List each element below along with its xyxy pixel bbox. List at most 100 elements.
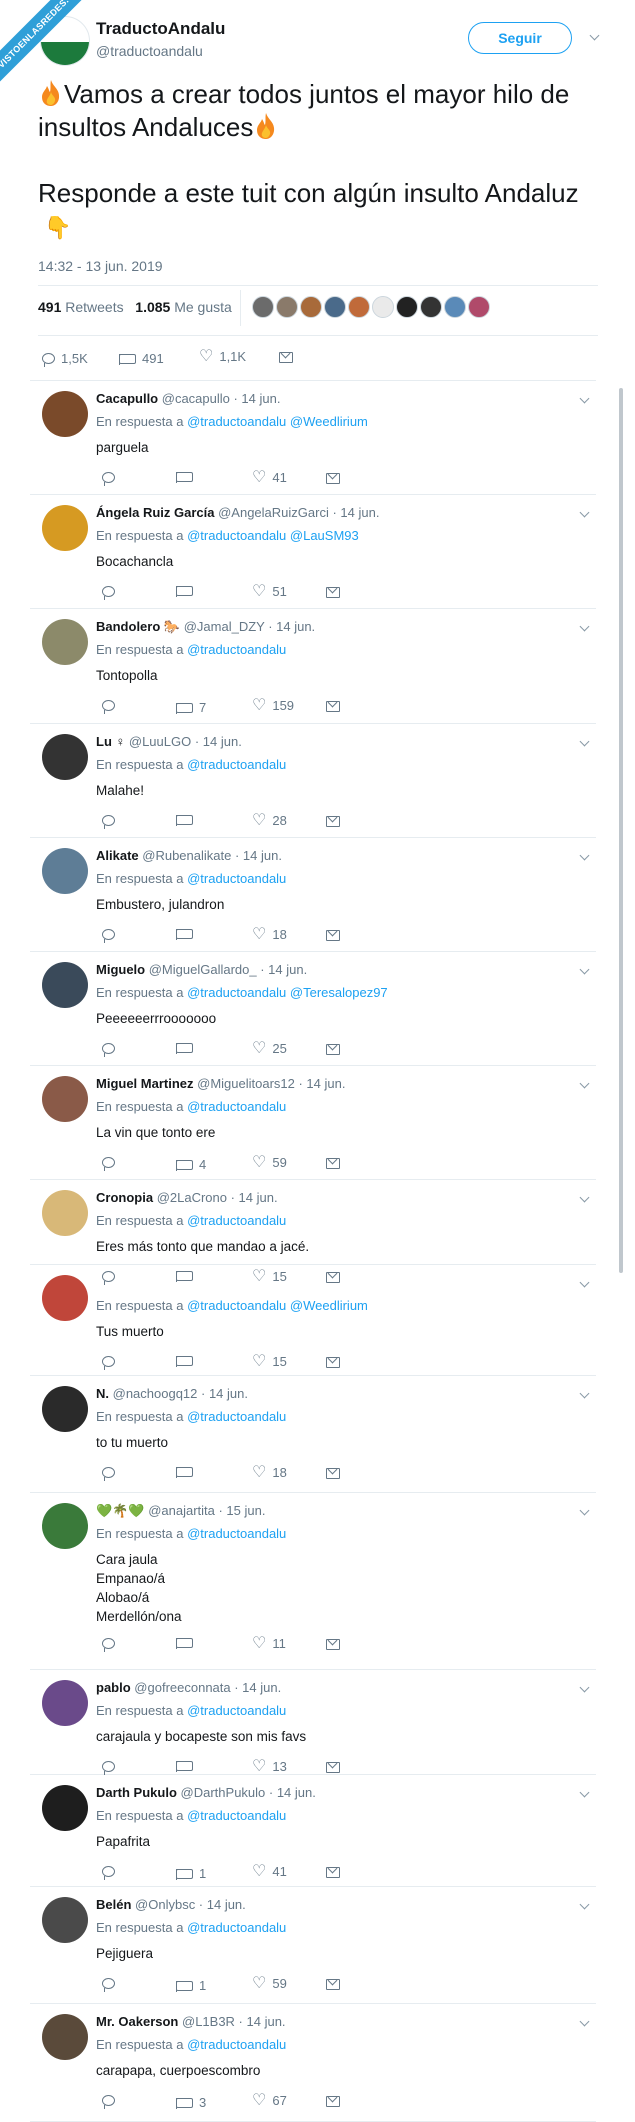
retweets-count[interactable]: 491 <box>38 299 61 315</box>
message-action[interactable] <box>326 2096 346 2107</box>
reply-action[interactable] <box>102 1761 121 1775</box>
reply-action[interactable] <box>102 1467 121 1481</box>
message-action[interactable] <box>326 1867 346 1878</box>
reply-author-name[interactable]: Bandolero 🐎 <box>96 619 180 634</box>
reply-author-name[interactable]: Cronopia <box>96 1190 153 1205</box>
chevron-down-icon[interactable] <box>579 1388 590 1399</box>
retweet-action[interactable]: 4 <box>176 1157 206 1172</box>
reply-author-handle[interactable]: @2LaCrono · 14 jun. <box>157 1190 278 1205</box>
reply-author-handle[interactable]: @LuuLGO · 14 jun. <box>129 734 242 749</box>
message-action[interactable] <box>326 1979 346 1990</box>
reply-tweet[interactable]: Lu ♀ @LuuLGO · 14 jun. En respuesta a @t… <box>30 724 596 838</box>
avatar[interactable] <box>42 619 88 665</box>
reply-tweet[interactable]: Cronopia @2LaCrono · 14 jun. En respuest… <box>30 1180 596 1285</box>
reply-author-handle[interactable]: @AngelaRuizGarci · 14 jun. <box>218 505 379 520</box>
reply-mentions[interactable]: @traductoandalu <box>187 642 286 657</box>
chevron-down-icon[interactable] <box>579 1682 590 1693</box>
avatar[interactable] <box>42 1275 88 1321</box>
message-action[interactable] <box>326 1762 346 1773</box>
like-action[interactable]: ♡ 28 <box>252 812 287 828</box>
chevron-down-icon[interactable] <box>579 1787 590 1798</box>
reply-action[interactable] <box>102 815 121 829</box>
reply-tweet[interactable]: N. @nachoogq12 · 14 jun. En respuesta a … <box>30 1376 596 1493</box>
avatar[interactable] <box>42 848 88 894</box>
message-action[interactable] <box>326 816 346 827</box>
reply-author-handle[interactable]: @Rubenalikate · 14 jun. <box>142 848 282 863</box>
retweet-action[interactable] <box>176 1638 199 1649</box>
retweet-action[interactable]: 1 <box>176 1978 206 1993</box>
reply-mentions[interactable]: @traductoandalu @Weedlirium <box>187 1298 368 1313</box>
reply-author-name[interactable]: Ángela Ruiz García <box>96 505 214 520</box>
reply-mentions[interactable]: @traductoandalu <box>187 1409 286 1424</box>
reply-mentions[interactable]: @traductoandalu <box>187 1808 286 1823</box>
like-action[interactable]: ♡ 67 <box>252 2092 287 2108</box>
like-action[interactable]: ♡ 41 <box>252 469 287 485</box>
chevron-down-icon[interactable] <box>579 1078 590 1089</box>
reply-mentions[interactable]: @traductoandalu <box>187 2037 286 2052</box>
like-action[interactable]: ♡ 18 <box>252 1464 287 1480</box>
reply-tweet[interactable]: Ángela Ruiz García @AngelaRuizGarci · 14… <box>30 495 596 609</box>
avatar[interactable] <box>42 505 88 551</box>
reply-action[interactable] <box>102 1978 121 1992</box>
like-action[interactable]: ♡ 159 <box>252 697 294 713</box>
like-action[interactable]: ♡ 15 <box>252 1353 287 1369</box>
follow-button[interactable]: Seguir <box>468 22 572 54</box>
reply-tweet[interactable]: Miguelo @MiguelGallardo_ · 14 jun. En re… <box>30 952 596 1066</box>
reply-mentions[interactable]: @traductoandalu <box>187 871 286 886</box>
message-action[interactable] <box>326 1468 346 1479</box>
message-action[interactable] <box>326 1357 346 1368</box>
author-name[interactable]: TraductoAndalu <box>96 19 225 39</box>
avatar[interactable] <box>42 391 88 437</box>
reply-author-name[interactable]: Cacapullo <box>96 391 158 406</box>
reply-author-name[interactable]: Darth Pukulo <box>96 1785 177 1800</box>
reply-mentions[interactable]: @traductoandalu @Teresalopez97 <box>187 985 388 1000</box>
reply-author-handle[interactable]: @nachoogq12 · 14 jun. <box>113 1386 248 1401</box>
reply-action[interactable] <box>102 1043 121 1057</box>
message-action[interactable] <box>326 1044 346 1055</box>
reply-author-handle[interactable]: @MiguelGallardo_ · 14 jun. <box>149 962 307 977</box>
retweet-action[interactable]: 1 <box>176 1866 206 1881</box>
reply-mentions[interactable]: @traductoandalu <box>187 1213 286 1228</box>
reply-action[interactable] <box>102 700 121 714</box>
retweet-action[interactable] <box>176 815 199 826</box>
avatar[interactable] <box>42 962 88 1008</box>
reply-tweet[interactable]: En respuesta a @traductoandalu @Weedliri… <box>30 1265 596 1376</box>
avatar[interactable] <box>42 1785 88 1831</box>
chevron-down-icon[interactable] <box>579 621 590 632</box>
reply-action[interactable] <box>102 1356 121 1370</box>
reply-action[interactable]: 1,5K <box>42 351 88 367</box>
chevron-down-icon[interactable] <box>579 1192 590 1203</box>
reply-mentions[interactable]: @traductoandalu <box>187 1703 286 1718</box>
reply-mentions[interactable]: @traductoandalu @LauSM93 <box>187 528 359 543</box>
reply-author-name[interactable]: Lu ♀ <box>96 734 125 749</box>
chevron-down-icon[interactable] <box>579 1505 590 1516</box>
reply-author-name[interactable]: 💚🌴💚 <box>96 1503 145 1518</box>
chevron-down-icon[interactable] <box>579 1899 590 1910</box>
retweets-label[interactable]: Retweets <box>65 299 123 315</box>
message-action[interactable] <box>326 473 346 484</box>
reply-tweet[interactable]: Miguel Martinez @Miguelitoars12 · 14 jun… <box>30 1066 596 1180</box>
like-action[interactable]: ♡ 11 <box>252 1635 286 1651</box>
reply-tweet[interactable]: 💚🌴💚 @anajartita · 15 jun. En respuesta a… <box>30 1493 596 1670</box>
reply-mentions[interactable]: @traductoandalu <box>187 757 286 772</box>
like-action[interactable]: ♡ 13 <box>252 1758 287 1774</box>
likes-label[interactable]: Me gusta <box>174 299 232 315</box>
avatar[interactable] <box>42 1076 88 1122</box>
reply-mentions[interactable]: @traductoandalu @Weedlirium <box>187 414 368 429</box>
avatar[interactable] <box>42 2014 88 2060</box>
message-action[interactable] <box>326 930 346 941</box>
chevron-down-icon[interactable] <box>579 736 590 747</box>
reply-author-name[interactable]: Belén <box>96 1897 131 1912</box>
avatar[interactable] <box>42 1680 88 1726</box>
reply-author-name[interactable]: Mr. Oakerson <box>96 2014 178 2029</box>
liker-avatars[interactable] <box>252 296 492 322</box>
likes-count[interactable]: 1.085 <box>135 299 170 315</box>
avatar[interactable] <box>42 734 88 780</box>
reply-author-name[interactable]: pablo <box>96 1680 131 1695</box>
retweet-action[interactable]: 3 <box>176 2095 206 2110</box>
message-action[interactable] <box>326 587 346 598</box>
reply-action[interactable] <box>102 1866 121 1880</box>
chevron-down-icon[interactable] <box>579 1277 590 1288</box>
reply-author-handle[interactable]: @Onlybsc · 14 jun. <box>135 1897 246 1912</box>
reply-mentions[interactable]: @traductoandalu <box>187 1099 286 1114</box>
